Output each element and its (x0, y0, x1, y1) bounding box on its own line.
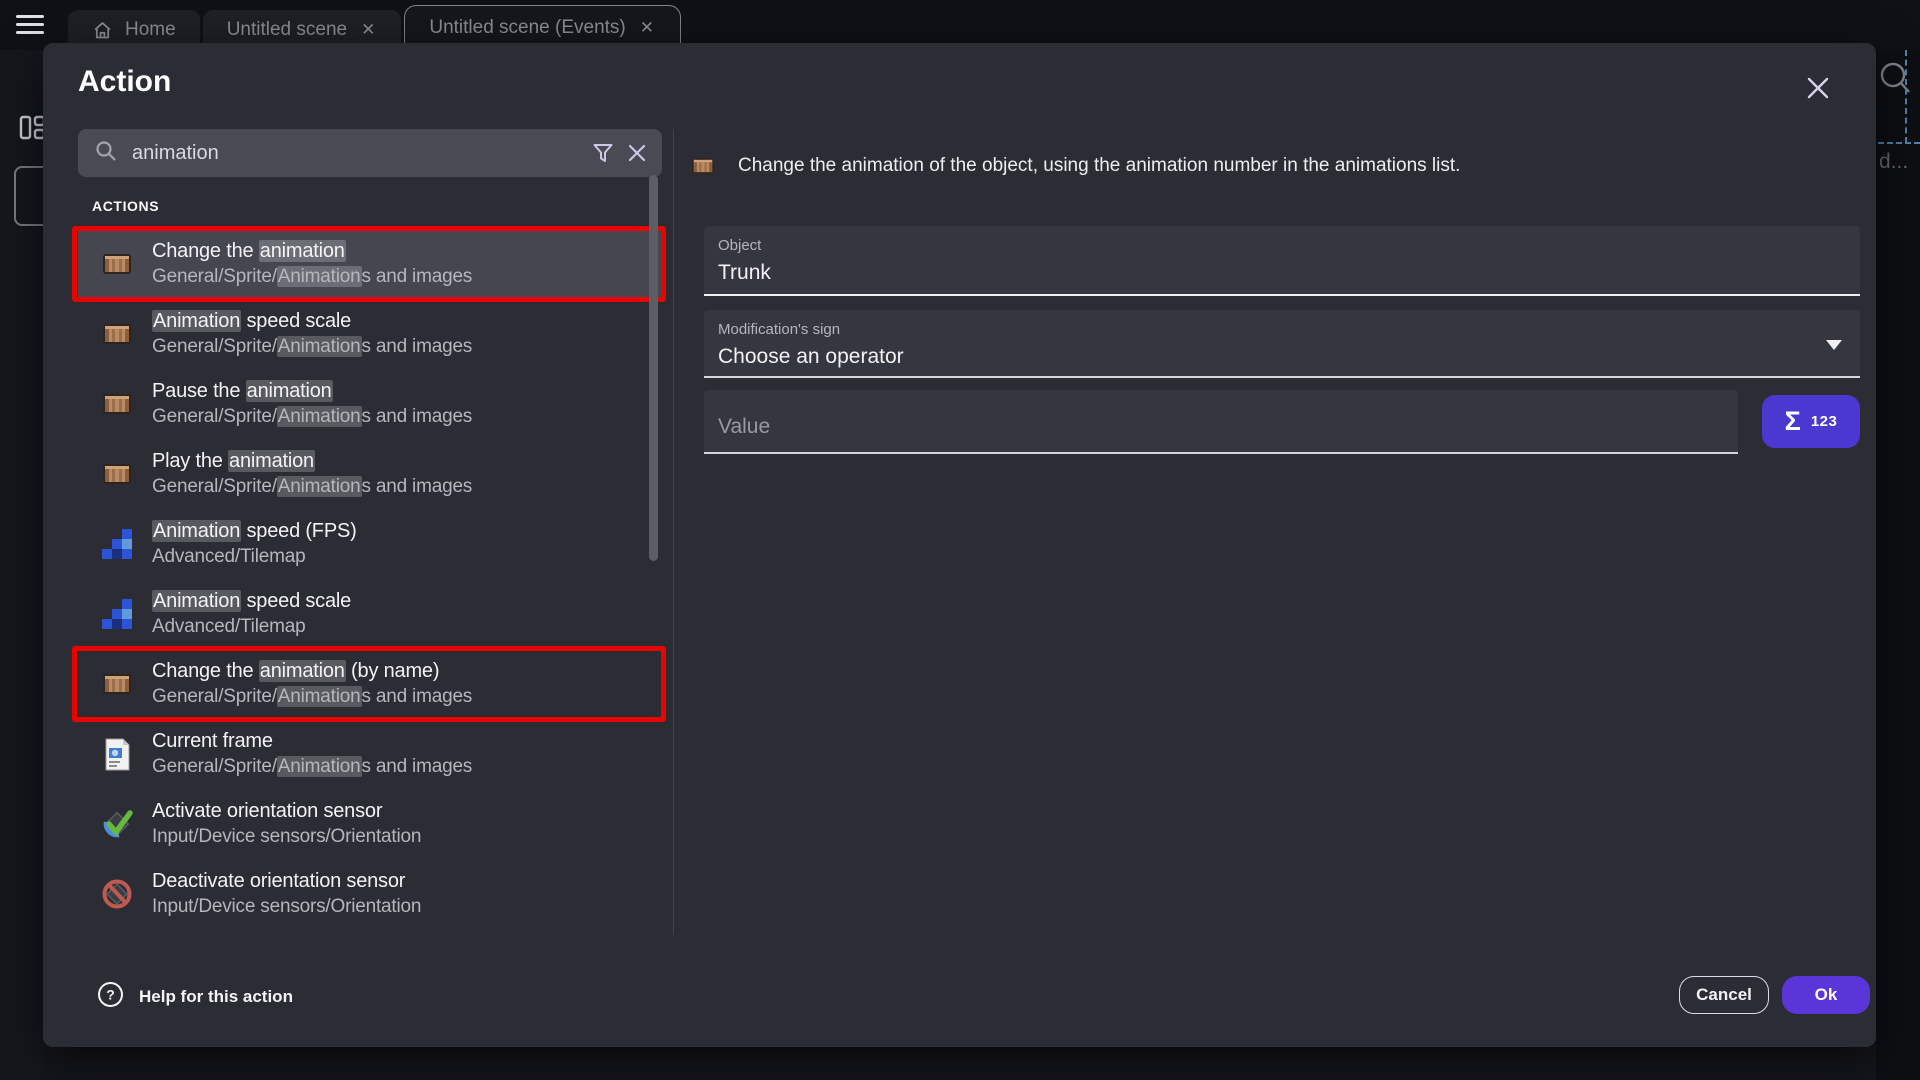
search-input[interactable] (132, 142, 586, 165)
action-list-item[interactable]: Change the animationGeneral/Sprite/Anima… (78, 229, 664, 299)
action-list-item[interactable]: Animation speed scaleAdvanced/Tilemap (78, 579, 664, 649)
action-description: Change the animation of the object, usin… (738, 155, 1460, 177)
operator-select[interactable]: Modification's sign Choose an operator (704, 310, 1860, 378)
numeric-badge: 123 (1811, 413, 1838, 430)
action-item-title: Animation speed (FPS) (152, 519, 357, 544)
sprite-animation-icon (690, 153, 716, 179)
object-field-label: Object (718, 237, 1846, 254)
tab-label: Untitled scene (Events) (429, 17, 625, 39)
search-icon[interactable] (1876, 58, 1916, 109)
home-icon (92, 20, 113, 41)
clear-search-icon[interactable] (620, 136, 654, 170)
sprite-animation-icon (100, 457, 134, 491)
action-item-text: Change the animation (by name)General/Sp… (152, 659, 472, 709)
sprite-animation-icon (100, 667, 134, 701)
tab-close-icon[interactable]: ✕ (638, 18, 656, 38)
dialog-title: Action (78, 65, 171, 99)
action-search-box (78, 129, 662, 177)
action-list: Change the animationGeneral/Sprite/Anima… (78, 229, 664, 929)
left-rail (0, 50, 43, 1080)
object-field-value: Trunk (718, 261, 1846, 285)
action-description-row: Change the animation of the object, usin… (690, 153, 1460, 179)
selection-dashed-border (1905, 50, 1907, 143)
action-item-path: General/Sprite/Animations and images (152, 754, 472, 779)
action-item-title: Animation speed scale (152, 589, 351, 614)
action-item-path: Advanced/Tilemap (152, 614, 351, 639)
cancel-button[interactable]: Cancel (1679, 976, 1769, 1014)
sprite-animation-icon (100, 317, 134, 351)
question-circle-icon: ? (97, 981, 124, 1013)
action-list-item[interactable]: Current frameGeneral/Sprite/Animations a… (78, 719, 664, 789)
action-item-text: Activate orientation sensorInput/Device … (152, 799, 421, 849)
deactivate-orientation-icon (100, 877, 134, 911)
action-list-item[interactable]: Change the animation (by name)General/Sp… (78, 649, 664, 719)
action-list-item[interactable]: Animation speed (FPS)Advanced/Tilemap (78, 509, 664, 579)
tab-close-icon[interactable]: ✕ (359, 20, 377, 40)
sprite-animation-icon (100, 247, 134, 281)
tab-label: Home (125, 19, 176, 41)
action-item-text: Animation speed scaleGeneral/Sprite/Anim… (152, 309, 472, 359)
chevron-down-icon (1826, 340, 1842, 350)
action-list-item[interactable]: Activate orientation sensorInput/Device … (78, 789, 664, 859)
close-icon[interactable] (1801, 71, 1835, 105)
action-item-title: Animation speed scale (152, 309, 472, 334)
expression-builder-button[interactable]: Σ 123 (1762, 395, 1860, 448)
filter-icon[interactable] (586, 136, 620, 170)
gdevelop-app: Home Untitled scene ✕ Untitled scene (Event… (0, 0, 1920, 1080)
action-list-item[interactable]: Pause the animationGeneral/Sprite/Animat… (78, 369, 664, 439)
sigma-icon: Σ (1785, 406, 1801, 437)
action-item-text: Deactivate orientation sensorInput/Devic… (152, 869, 421, 919)
object-field[interactable]: Object Trunk (704, 226, 1860, 296)
list-scrollbar[interactable] (649, 175, 658, 561)
action-item-title: Deactivate orientation sensor (152, 869, 421, 894)
ok-button[interactable]: Ok (1782, 976, 1870, 1014)
action-item-path: General/Sprite/Animations and images (152, 684, 472, 709)
operator-select-label: Modification's sign (718, 321, 1846, 338)
tilemap-icon (100, 597, 134, 631)
action-item-path: General/Sprite/Animations and images (152, 334, 472, 359)
action-item-text: Animation speed scaleAdvanced/Tilemap (152, 589, 351, 639)
action-item-title: Change the animation (152, 239, 472, 264)
action-item-path: General/Sprite/Animations and images (152, 264, 472, 289)
action-list-item[interactable]: Animation speed scaleGeneral/Sprite/Anim… (78, 299, 664, 369)
events-sheet-edge (1876, 50, 1920, 1080)
action-item-text: Change the animationGeneral/Sprite/Anima… (152, 239, 472, 289)
search-icon (94, 139, 118, 168)
action-item-title: Activate orientation sensor (152, 799, 421, 824)
truncated-event-text: d... (1879, 150, 1908, 174)
action-item-path: Input/Device sensors/Orientation (152, 894, 421, 919)
action-list-item[interactable]: Play the animationGeneral/Sprite/Animati… (78, 439, 664, 509)
action-item-path: General/Sprite/Animations and images (152, 474, 472, 499)
action-list-item[interactable]: Deactivate orientation sensorInput/Devic… (78, 859, 664, 929)
action-item-text: Animation speed (FPS)Advanced/Tilemap (152, 519, 357, 569)
help-link[interactable]: ? Help for this action (97, 981, 293, 1013)
help-label: Help for this action (139, 987, 293, 1007)
operator-select-value: Choose an operator (718, 345, 1846, 369)
action-item-text: Pause the animationGeneral/Sprite/Animat… (152, 379, 472, 429)
action-item-path: Advanced/Tilemap (152, 544, 357, 569)
action-item-path: Input/Device sensors/Orientation (152, 824, 421, 849)
panel-divider (673, 129, 674, 935)
svg-text:?: ? (106, 987, 115, 1003)
action-item-title: Pause the animation (152, 379, 472, 404)
hamburger-menu-icon[interactable] (16, 15, 44, 36)
selection-dashed-border (1878, 142, 1920, 144)
activate-orientation-icon (100, 807, 134, 841)
action-item-title: Current frame (152, 729, 472, 754)
action-item-path: General/Sprite/Animations and images (152, 404, 472, 429)
actions-section-header: ACTIONS (92, 198, 159, 214)
action-item-text: Play the animationGeneral/Sprite/Animati… (152, 449, 472, 499)
tilemap-icon (100, 527, 134, 561)
action-item-text: Current frameGeneral/Sprite/Animations a… (152, 729, 472, 779)
layout-panels-icon[interactable] (19, 114, 46, 146)
action-item-title: Change the animation (by name) (152, 659, 472, 684)
action-item-title: Play the animation (152, 449, 472, 474)
sprite-animation-icon (100, 387, 134, 421)
value-input[interactable]: Value (704, 390, 1738, 454)
value-placeholder: Value (718, 415, 770, 439)
current-frame-icon (100, 737, 134, 771)
action-dialog: Action ACTIONS Change the animationGener… (43, 43, 1876, 1047)
tab-label: Untitled scene (227, 19, 347, 41)
